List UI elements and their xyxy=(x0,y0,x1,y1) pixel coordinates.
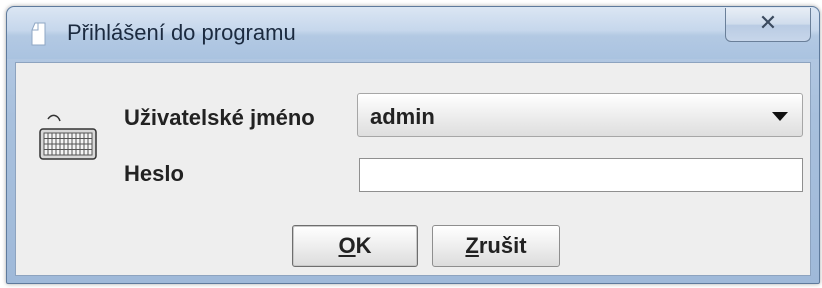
username-value: admin xyxy=(370,104,435,129)
title-bar[interactable]: Přihlášení do programu ✕ xyxy=(7,7,819,59)
close-button[interactable]: ✕ xyxy=(725,8,811,42)
chevron-down-icon[interactable] xyxy=(772,112,788,121)
document-icon xyxy=(31,22,46,46)
password-field[interactable] xyxy=(359,158,803,192)
cancel-mnemonic: Z xyxy=(465,233,479,258)
password-label: Heslo xyxy=(124,161,184,186)
keyboard-icon xyxy=(39,114,97,160)
ok-button[interactable]: OK xyxy=(292,225,418,267)
close-icon: ✕ xyxy=(758,11,778,36)
window-title: Přihlášení do programu xyxy=(67,20,296,45)
cancel-label: rušit xyxy=(478,233,527,258)
dialog-body: Uživatelské jméno admin Heslo OK Zrušit xyxy=(15,62,811,276)
ok-mnemonic: O xyxy=(338,233,356,258)
login-dialog: Přihlášení do programu ✕ Uživatelské jmé… xyxy=(6,6,820,284)
username-select[interactable]: admin xyxy=(357,93,803,137)
username-label: Uživatelské jméno xyxy=(124,105,315,130)
ok-label: K xyxy=(355,233,372,258)
cancel-button[interactable]: Zrušit xyxy=(432,225,560,267)
